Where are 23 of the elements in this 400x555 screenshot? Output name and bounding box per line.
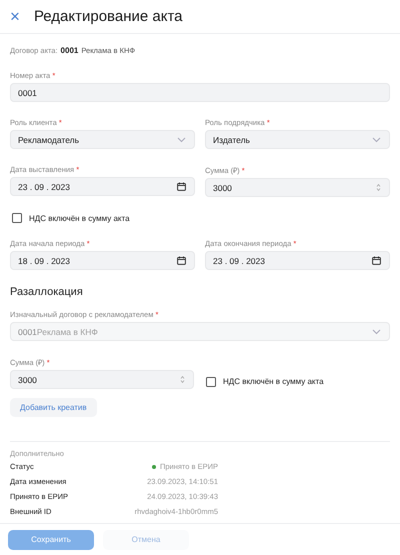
select-field[interactable]: Рекламодатель <box>10 130 195 149</box>
calendar-icon[interactable] <box>177 182 186 191</box>
input-field[interactable]: 3000 <box>205 178 390 197</box>
checkbox[interactable] <box>12 213 22 223</box>
section-heading: Разаллокация <box>10 286 84 298</box>
chevron-icon <box>372 136 381 142</box>
add-creative-button[interactable]: Добавить креатив <box>10 398 97 417</box>
date-field[interactable]: 23 . 09 . 2023 <box>205 251 390 270</box>
close-icon[interactable]: × <box>10 8 20 25</box>
date-field[interactable]: 18 . 09 . 2023 <box>10 251 195 270</box>
input-field[interactable]: 3000 <box>10 370 194 389</box>
window-title: Редактирование акта <box>34 8 182 25</box>
date-field[interactable]: 23 . 09 . 2023 <box>10 177 195 196</box>
input-field[interactable]: 0001 <box>10 83 390 102</box>
checkbox-label: НДС включён в сумму акта <box>223 377 324 386</box>
checkbox-label: НДС включён в сумму акта <box>29 214 130 222</box>
chevron-icon <box>372 328 381 334</box>
checkbox[interactable] <box>206 376 216 386</box>
chevron-icon <box>177 136 186 142</box>
calendar-icon[interactable] <box>372 256 381 265</box>
contract-number: 0001 <box>60 46 78 55</box>
calendar-icon[interactable] <box>177 256 186 265</box>
select-field[interactable]: Издатель <box>205 130 390 149</box>
